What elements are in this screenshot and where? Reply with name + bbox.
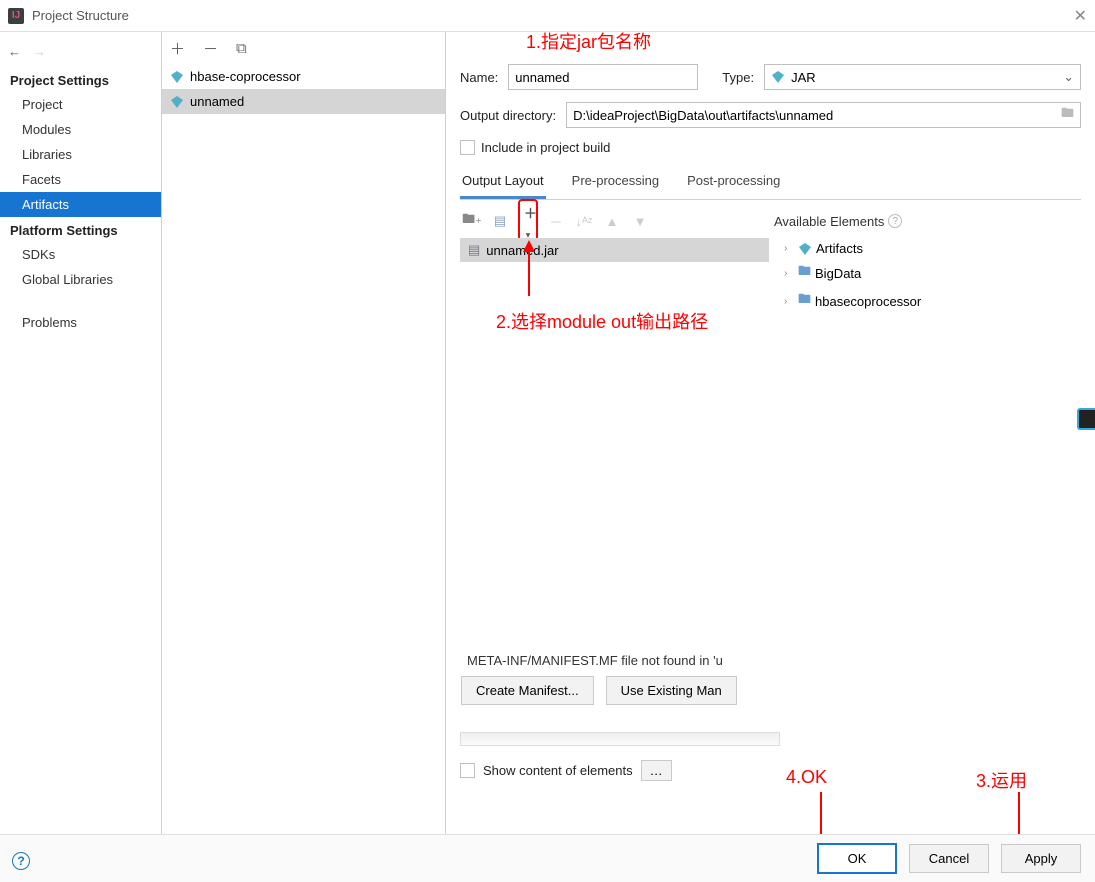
nav-global-libraries[interactable]: Global Libraries (0, 267, 161, 292)
sort-icon[interactable]: ↓ᴬᶻ (574, 214, 594, 229)
left-sidebar: ← → Project Settings Project Modules Lib… (0, 32, 162, 882)
name-label: Name: (460, 70, 498, 85)
add-copy-icon[interactable]: ＋▾ (518, 199, 538, 244)
include-build-label: Include in project build (481, 140, 610, 155)
artifact-icon (798, 242, 812, 256)
tree-bigdata[interactable]: › 🖿 BigData (774, 259, 1077, 287)
tree-artifacts[interactable]: › Artifacts (774, 238, 1077, 259)
use-existing-manifest-button[interactable]: Use Existing Man (606, 676, 737, 705)
nav-back-icon[interactable]: ← (8, 44, 21, 59)
create-manifest-button[interactable]: Create Manifest... (461, 676, 594, 705)
output-directory-input[interactable]: D:\ideaProject\BigData\out\artifacts\unn… (566, 102, 1081, 128)
new-folder-icon[interactable]: 🖿₊ (462, 210, 482, 232)
move-down-icon[interactable]: ▼ (630, 214, 650, 229)
nav-facets[interactable]: Facets (0, 167, 161, 192)
cancel-button[interactable]: Cancel (909, 844, 989, 873)
annotation-2: 2.选择module out输出路径 (496, 308, 708, 334)
close-icon[interactable]: ✕ (1074, 6, 1087, 26)
artifact-label: unnamed (190, 94, 244, 109)
apply-button[interactable]: Apply (1001, 844, 1081, 873)
browse-folder-icon[interactable]: 🖿 (1061, 104, 1074, 126)
nav-problems[interactable]: Problems (0, 310, 161, 335)
section-platform-settings: Platform Settings (0, 217, 161, 242)
nav-artifacts[interactable]: Artifacts (0, 192, 161, 217)
tree-hbasecoprocessor[interactable]: › 🖿 hbasecoprocessor (774, 287, 1077, 315)
nav-project[interactable]: Project (0, 92, 161, 117)
tree-label: BigData (815, 266, 861, 281)
outdir-value: D:\ideaProject\BigData\out\artifacts\unn… (573, 108, 833, 123)
remove-artifact-icon[interactable]: － (203, 38, 218, 59)
ok-button[interactable]: OK (817, 843, 897, 874)
chevron-right-icon: › (784, 243, 794, 254)
chevron-down-icon: ⌄ (1063, 69, 1074, 85)
side-widget-icon[interactable] (1077, 408, 1095, 430)
module-folder-icon: 🖿 (798, 290, 811, 312)
new-archive-icon[interactable]: ▤ (490, 213, 510, 229)
jar-icon (771, 70, 785, 84)
include-build-checkbox[interactable] (460, 140, 475, 155)
window-title: Project Structure (32, 8, 129, 23)
available-elements-panel: Available Elements ? › Artifacts › 🖿 Big… (770, 204, 1081, 644)
tree-label: hbasecoprocessor (815, 294, 921, 309)
tab-output-layout[interactable]: Output Layout (460, 167, 546, 199)
module-folder-icon: 🖿 (798, 262, 811, 284)
name-input[interactable] (508, 64, 698, 90)
type-dropdown[interactable]: JAR ⌄ (764, 64, 1081, 90)
artifact-label: hbase-coprocessor (190, 69, 301, 84)
annotation-1: 1.指定jar包名称 (526, 28, 651, 54)
app-logo-icon: IJ (8, 8, 24, 24)
chevron-right-icon: › (784, 268, 794, 279)
nav-forward-icon[interactable]: → (33, 44, 46, 59)
help-hint-icon[interactable]: ? (888, 214, 902, 228)
manifest-message: META-INF/MANIFEST.MF file not found in '… (461, 651, 1080, 676)
titlebar: IJ Project Structure ✕ (0, 0, 1095, 32)
archive-icon: ▤ (468, 242, 480, 258)
copy-artifact-icon[interactable]: ⧉ (236, 40, 247, 57)
nav-libraries[interactable]: Libraries (0, 142, 161, 167)
show-content-label: Show content of elements (483, 763, 633, 778)
section-project-settings: Project Settings (0, 67, 161, 92)
output-layout-tree: 🖿₊ ▤ ＋▾ － ↓ᴬᶻ ▲ ▼ ▤ unnamed.jar 2.选择modu… (460, 204, 770, 644)
artifact-detail-panel: 1.指定jar包名称 Name: Type: JAR ⌄ Output dire… (446, 32, 1095, 882)
remove-icon[interactable]: － (546, 212, 566, 231)
tree-label: Artifacts (816, 241, 863, 256)
layout-tabs: Output Layout Pre-processing Post-proces… (460, 167, 1081, 200)
available-elements-label: Available Elements (774, 214, 884, 229)
type-label: Type: (722, 70, 754, 85)
nav-modules[interactable]: Modules (0, 117, 161, 142)
outdir-label: Output directory: (460, 108, 556, 123)
add-artifact-icon[interactable]: ＋ (170, 38, 185, 59)
artifact-icon (170, 70, 184, 84)
jar-name: unnamed.jar (486, 243, 558, 258)
show-content-options-button[interactable]: … (641, 760, 672, 781)
chevron-right-icon: › (784, 296, 794, 307)
artifact-item-unnamed[interactable]: unnamed (162, 89, 445, 114)
manifest-panel: META-INF/MANIFEST.MF file not found in '… (460, 644, 1081, 706)
jar-root-item[interactable]: ▤ unnamed.jar (460, 238, 769, 262)
dialog-footer: OK Cancel Apply (0, 834, 1095, 882)
tab-pre-processing[interactable]: Pre-processing (570, 167, 661, 199)
artifact-list-panel: ＋ － ⧉ hbase-coprocessor unnamed (162, 32, 446, 882)
type-value: JAR (791, 70, 816, 85)
artifact-item-hbase[interactable]: hbase-coprocessor (162, 64, 445, 89)
tab-post-processing[interactable]: Post-processing (685, 167, 782, 199)
artifact-icon (170, 95, 184, 109)
show-content-checkbox[interactable] (460, 763, 475, 778)
help-icon[interactable]: ? (12, 852, 30, 870)
move-up-icon[interactable]: ▲ (602, 214, 622, 229)
horizontal-scrollbar[interactable] (460, 732, 780, 746)
nav-sdks[interactable]: SDKs (0, 242, 161, 267)
